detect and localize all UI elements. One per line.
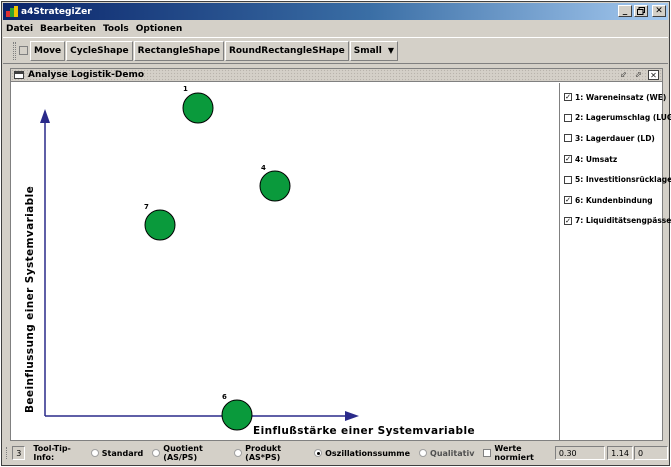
werte-normiert-checkbox[interactable]	[483, 449, 492, 457]
checkbox[interactable]: ✓	[564, 216, 572, 225]
y-axis-arrow-icon	[40, 109, 50, 123]
round-rectangle-shape-button[interactable]: RoundRectangleSHape	[224, 40, 349, 61]
radio-produkt[interactable]	[234, 449, 243, 457]
count-field[interactable]: 3	[12, 446, 26, 460]
window-controls: _ ✕	[618, 5, 666, 17]
werte-normiert-label[interactable]: Werte normiert	[494, 444, 550, 462]
checkbox[interactable]	[564, 134, 572, 143]
legend-item-label: 1: Wareneinsatz (WE)	[575, 92, 667, 102]
app-window: a4StrategiZer _ ✕ Datei Bearbeiten Tools…	[1, 1, 671, 466]
option-produkt-label[interactable]: Produkt (AS*PS)	[245, 444, 305, 462]
influence-diagram: Beeinflussung einer Systemvariable Einfl…	[24, 85, 475, 437]
node-4[interactable]: 4	[259, 164, 291, 202]
legend-item-umsatz[interactable]: ✓ 4: Umsatz	[560, 149, 662, 170]
node-label: 4	[261, 164, 266, 172]
y-axis-label: Beeinflussung einer Systemvariable	[24, 186, 36, 413]
checkbox[interactable]	[564, 175, 572, 184]
size-select[interactable]: Small ▼	[349, 40, 398, 61]
legend-item-label: 6: Kundenbindung	[575, 195, 653, 205]
node-circle[interactable]	[221, 399, 253, 431]
node-6[interactable]: 6	[221, 393, 253, 431]
statusbar-grip[interactable]	[6, 447, 10, 459]
rectangle-shape-button[interactable]: RectangleShape	[133, 40, 224, 61]
option-quotient-label[interactable]: Quotient (AS/PS)	[163, 444, 225, 462]
toolbar-toggle-checkbox[interactable]	[19, 46, 28, 55]
window-title: a4StrategiZer	[21, 6, 92, 17]
legend-item-liquiditaetsengpaesse[interactable]: ✓ 7: Liquiditätsengpässe	[560, 211, 671, 232]
legend-item-lagerdauer[interactable]: 3: Lagerdauer (LD)	[560, 128, 662, 149]
legend-item-wareneinsatz[interactable]: ✓ 1: Wareneinsatz (WE)	[560, 87, 666, 108]
legend-item-label: 4: Umsatz	[575, 154, 618, 164]
value-field-2[interactable]: 1.14	[607, 446, 633, 460]
menu-datei[interactable]: Datei	[6, 24, 33, 34]
toolbar-grip[interactable]	[13, 41, 16, 60]
node-circle[interactable]	[259, 170, 291, 202]
legend-item-label: 3: Lagerdauer (LD)	[575, 133, 655, 143]
checkbox[interactable]: ✓	[564, 93, 572, 102]
node-label: 1	[183, 85, 188, 93]
node-7[interactable]: 7	[144, 203, 176, 241]
close-frame-icon[interactable]: ✕	[648, 70, 659, 80]
checkbox[interactable]	[564, 113, 572, 122]
radio-oszillationssumme[interactable]	[314, 449, 323, 457]
legend-item-lagerumschlag[interactable]: 2: Lagerumschlag (LUG)	[560, 108, 671, 129]
option-standard-label[interactable]: Standard	[102, 449, 143, 458]
status-bar: 3 Tool-Tip-Info: Standard Quotient (AS/P…	[3, 443, 668, 463]
node-1[interactable]: 1	[182, 85, 214, 124]
chevron-down-icon: ▼	[387, 46, 394, 55]
restore-icon	[637, 7, 645, 15]
menu-optionen[interactable]: Optionen	[136, 24, 183, 34]
analysis-frame-title: Analyse Logistik-Demo	[28, 70, 145, 80]
legend-item-kundenbindung[interactable]: ✓ 6: Kundenbindung	[560, 190, 662, 211]
frame-icon	[14, 71, 24, 79]
tooltip-info-label: Tool-Tip-Info:	[33, 444, 71, 462]
value-field-3[interactable]: 0	[633, 446, 668, 460]
maximize-button[interactable]	[634, 5, 648, 17]
node-label: 6	[222, 393, 227, 401]
analysis-frame: Analyse Logistik-Demo ⬃ ⬀ ✕ Beeinflussun…	[10, 68, 671, 441]
radio-standard[interactable]	[90, 449, 99, 457]
close-button[interactable]: ✕	[652, 5, 666, 17]
node-circle[interactable]	[144, 209, 176, 241]
move-button[interactable]: Move	[30, 40, 66, 61]
option-qualitativ-label[interactable]: Qualitativ	[430, 449, 474, 458]
analysis-frame-titlebar[interactable]: Analyse Logistik-Demo ⬃ ⬀ ✕	[11, 69, 662, 82]
legend-item-label: 7: Liquiditätsengpässe	[575, 216, 671, 226]
app-logo-icon	[6, 6, 18, 17]
iconify-icon[interactable]: ⬃	[618, 70, 629, 80]
analysis-canvas[interactable]: Beeinflussung einer Systemvariable Einfl…	[11, 83, 559, 440]
legend-item-label: 5: Investitionsrücklagen	[575, 175, 671, 185]
legend-item-investitionsruecklagen[interactable]: 5: Investitionsrücklagen	[560, 169, 671, 190]
legend-item-label: 2: Lagerumschlag (LUG)	[575, 113, 671, 123]
checkbox[interactable]: ✓	[564, 196, 572, 205]
option-oszillationssumme-label[interactable]: Oszillationssumme	[325, 449, 410, 458]
size-select-value: Small	[353, 45, 382, 56]
maximize-frame-icon[interactable]: ⬀	[633, 70, 644, 80]
menu-bar: Datei Bearbeiten Tools Optionen	[3, 21, 668, 36]
node-circle[interactable]	[182, 92, 214, 124]
frame-controls: ⬃ ⬀ ✕	[618, 70, 659, 80]
x-axis-arrow-icon	[345, 411, 359, 421]
checkbox[interactable]: ✓	[564, 155, 572, 164]
x-axis-label: Einflußstärke einer Systemvariable	[253, 425, 475, 437]
variable-legend: ✓ 1: Wareneinsatz (WE) 2: Lagerumschlag …	[559, 83, 671, 440]
menu-bearbeiten[interactable]: Bearbeiten	[40, 24, 96, 34]
title-bar[interactable]: a4StrategiZer _ ✕	[3, 3, 668, 20]
value-field-1[interactable]: 0.30	[554, 446, 606, 460]
menu-tools[interactable]: Tools	[103, 24, 129, 34]
minimize-button[interactable]: _	[618, 5, 632, 17]
toolbar: Move CycleShape RectangleShape RoundRect…	[3, 37, 668, 64]
node-label: 7	[144, 203, 149, 211]
cycle-shape-button[interactable]: CycleShape	[66, 40, 133, 61]
radio-qualitativ[interactable]	[419, 449, 428, 457]
radio-quotient[interactable]	[152, 449, 161, 457]
